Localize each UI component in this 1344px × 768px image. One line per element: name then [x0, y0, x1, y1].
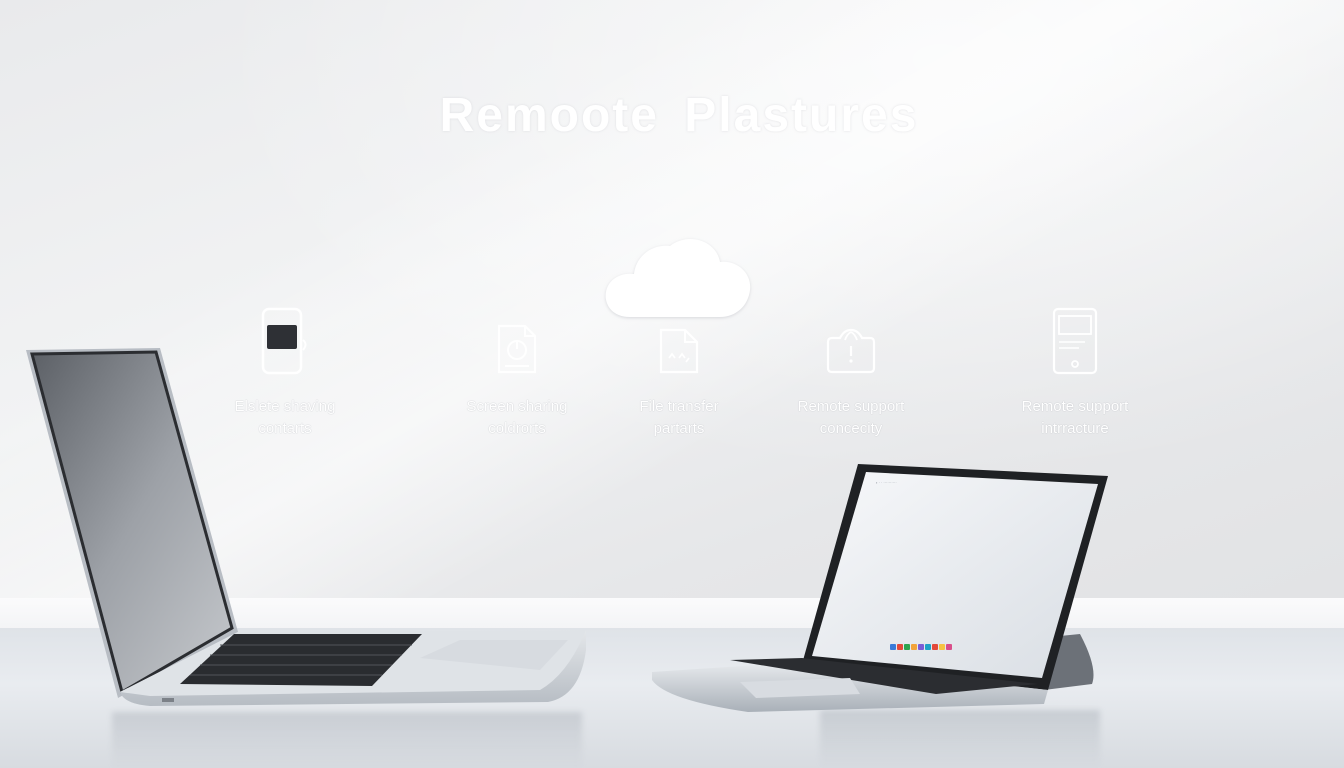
browser-tab-bar: ▪ · · ·········· [876, 480, 897, 485]
app-dock [890, 644, 952, 650]
dock-app-icon [918, 644, 924, 650]
feature-5-label-line2: intrracture [1041, 420, 1109, 437]
dock-app-icon [890, 644, 896, 650]
laptop-icon [26, 348, 586, 706]
feature-3-label-line2: partarts [653, 420, 705, 437]
dock-app-icon [946, 644, 952, 650]
right-laptop-reflection [820, 710, 1100, 768]
feature-item-3: File transfer partarts [594, 306, 764, 440]
feature-item-5: Remote support intrracture [990, 306, 1160, 440]
feature-item-4: Remote support concecity [766, 306, 936, 440]
left-laptop-reflection [112, 712, 582, 768]
tablet-device-icon [1052, 307, 1098, 375]
dock-app-icon [925, 644, 931, 650]
hero-title: Remoote Plastures [439, 89, 919, 142]
dock-app-icon [939, 644, 945, 650]
support-box-icon [826, 328, 876, 374]
laptop-screen-content: ▪ · · ·········· [818, 478, 1100, 658]
feature-4-label-line2: concecity [819, 420, 883, 437]
feature-4-label-line1: Remote support [797, 398, 905, 415]
feature-5-label-line1: Remote support [1021, 398, 1129, 415]
dock-app-icon [911, 644, 917, 650]
dock-app-icon [904, 644, 910, 650]
dock-app-icon [897, 644, 903, 650]
dock-app-icon [932, 644, 938, 650]
file-transfer-icon [659, 328, 699, 374]
feature-3-label-line1: File transfer [639, 398, 719, 415]
